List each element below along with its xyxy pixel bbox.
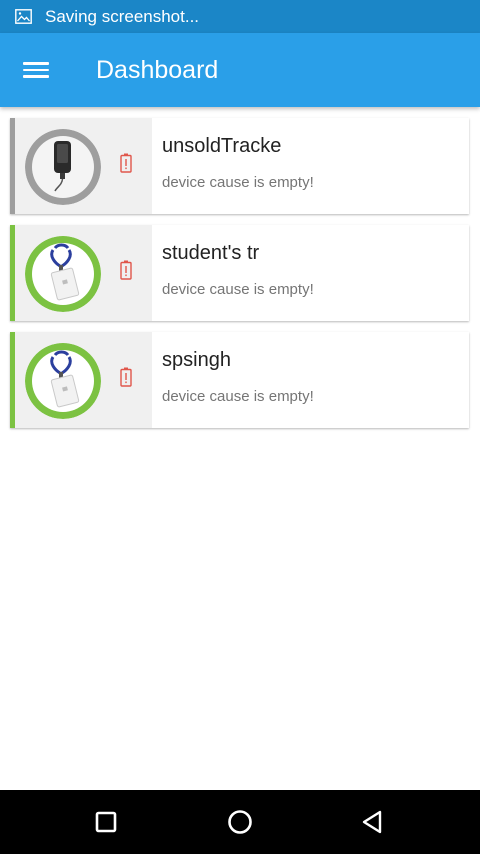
device-info: unsoldTracke device cause is empty! — [152, 118, 469, 214]
device-avatar — [25, 236, 101, 312]
device-name: unsoldTracke — [162, 135, 282, 157]
status-text: Saving screenshot... — [45, 6, 200, 26]
id-card-device-icon — [25, 236, 101, 312]
device-thumbnail-panel — [15, 118, 152, 214]
battery-alert-icon — [120, 260, 132, 280]
recents-button[interactable] — [86, 802, 126, 842]
device-name: spsingh — [162, 349, 231, 371]
device-card[interactable]: unsoldTracke device cause is empty! — [10, 118, 469, 214]
device-info: spsingh device cause is empty! — [152, 332, 469, 428]
device-card[interactable]: student's tr device cause is empty! — [10, 225, 469, 321]
device-thumbnail-panel — [15, 225, 152, 321]
battery-alert-icon — [120, 153, 132, 173]
device-name: student's tr — [162, 242, 260, 264]
id-card-device-icon — [25, 343, 101, 419]
device-avatar — [25, 129, 101, 205]
device-avatar — [25, 343, 101, 419]
tracker-device-icon — [25, 129, 101, 205]
circle-home-icon — [228, 810, 252, 834]
battery-alert-icon — [120, 367, 132, 387]
square-recents-icon — [95, 811, 117, 833]
app-bar: Dashboard — [0, 33, 480, 107]
image-icon — [15, 9, 32, 24]
device-info: student's tr device cause is empty! — [152, 225, 469, 321]
page-title: Dashboard — [96, 56, 219, 84]
back-button[interactable] — [353, 802, 393, 842]
triangle-back-icon — [362, 810, 382, 834]
system-nav-bar — [0, 790, 480, 854]
home-button[interactable] — [220, 802, 260, 842]
menu-button[interactable] — [16, 50, 56, 90]
device-cause: device cause is empty! — [162, 388, 314, 405]
device-cause: device cause is empty! — [162, 174, 314, 191]
device-card[interactable]: spsingh device cause is empty! — [10, 332, 469, 428]
device-cause: device cause is empty! — [162, 281, 314, 298]
status-bar: Saving screenshot... — [0, 0, 480, 33]
device-list: unsoldTracke device cause is empty! stud… — [0, 107, 480, 790]
device-thumbnail-panel — [15, 332, 152, 428]
hamburger-menu-icon — [23, 62, 49, 78]
